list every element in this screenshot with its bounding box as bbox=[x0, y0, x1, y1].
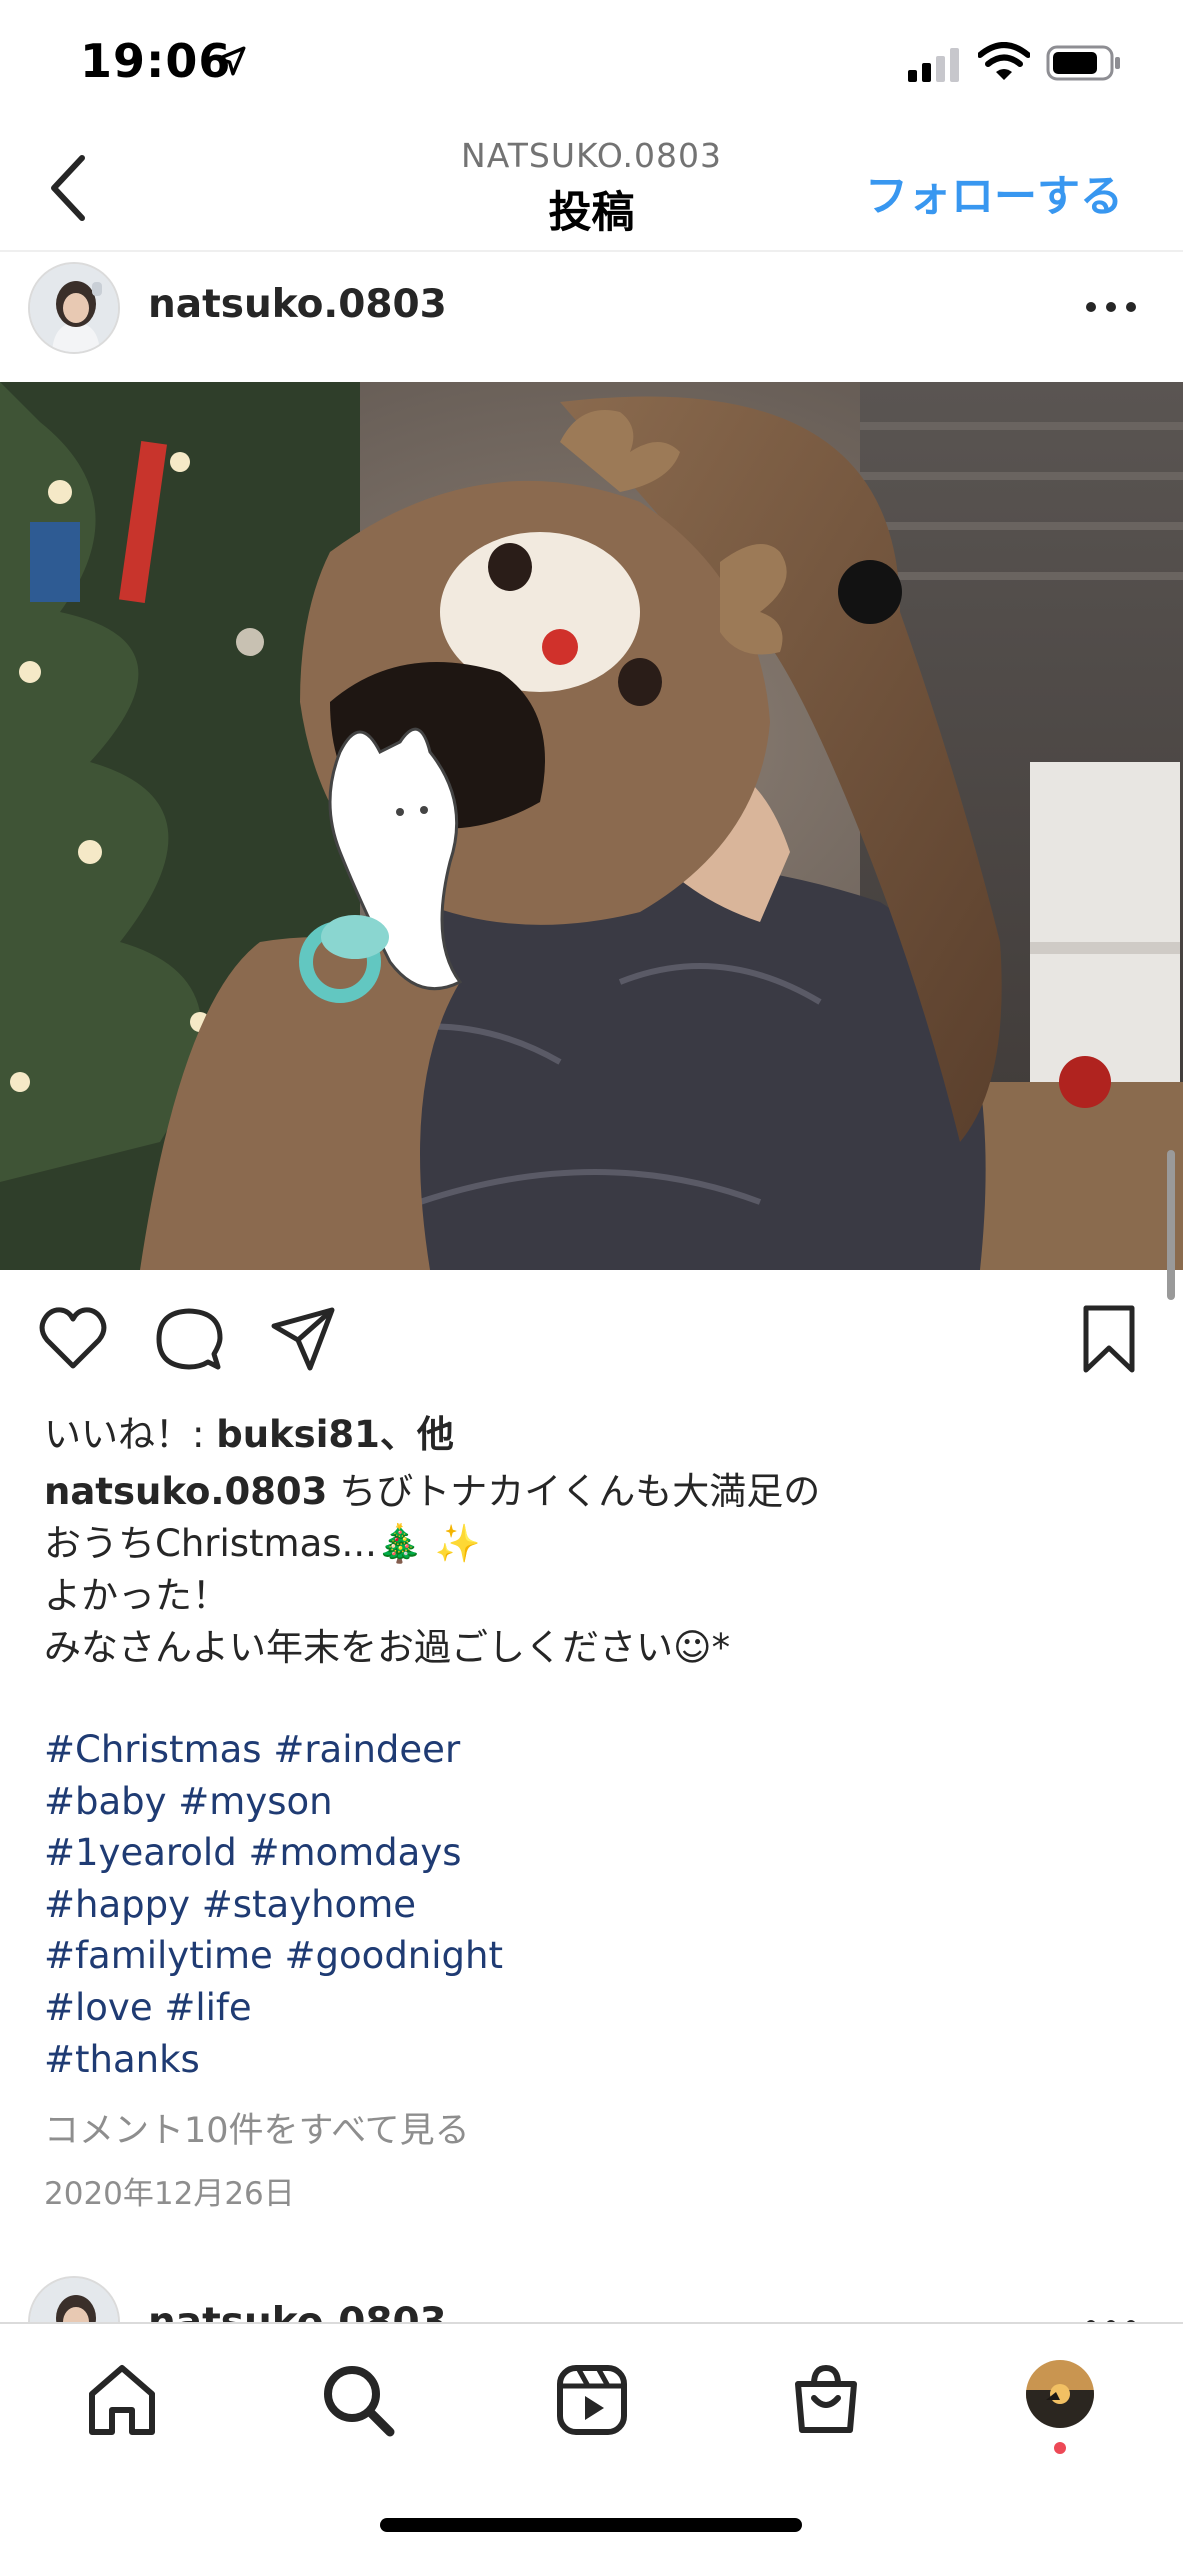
hashtags: #Christmas #raindeer #baby #myson #1year… bbox=[44, 1724, 503, 2085]
hashtag-line[interactable]: #familytime #goodnight bbox=[44, 1930, 503, 1982]
hashtag-line[interactable]: #happy #stayhome bbox=[44, 1879, 503, 1931]
likes-user[interactable]: buksi81 bbox=[216, 1413, 380, 1456]
scrollbar[interactable] bbox=[1167, 1150, 1175, 1300]
caption-line: みなさんよい年末をお過ごしください☺︎* bbox=[44, 1626, 731, 1669]
caption-username[interactable]: natsuko.0803 bbox=[44, 1470, 327, 1513]
next-post-username[interactable]: natsuko.0803 bbox=[148, 2300, 447, 2322]
comment-icon[interactable] bbox=[154, 1304, 224, 1374]
likes-prefix: いいね！: bbox=[44, 1413, 217, 1456]
view-all-comments-link[interactable]: コメント10件をすべて見る bbox=[44, 2102, 470, 2153]
hashtag-line[interactable]: #baby #myson bbox=[44, 1776, 503, 1828]
post-date: 2020年12月26日 bbox=[44, 2176, 295, 2212]
home-indicator[interactable] bbox=[380, 2518, 802, 2532]
search-icon[interactable] bbox=[318, 2360, 398, 2440]
bookmark-icon[interactable] bbox=[1074, 1304, 1144, 1374]
post-actions bbox=[0, 1290, 1183, 1390]
notification-dot bbox=[1054, 2442, 1066, 2454]
hashtag-line[interactable]: #thanks bbox=[44, 2034, 503, 2086]
nav-header: NATSUKO.0803 投稿 フォローする bbox=[0, 128, 1183, 252]
avatar[interactable] bbox=[28, 2276, 120, 2322]
hashtag-line[interactable]: #1yearold #momdays bbox=[44, 1827, 503, 1879]
more-options-icon[interactable] bbox=[1079, 2300, 1143, 2322]
reels-icon[interactable] bbox=[552, 2360, 632, 2440]
likes-suffix[interactable]: 、他 bbox=[380, 1413, 454, 1456]
status-bar: 19:06 bbox=[0, 0, 1183, 128]
battery-icon bbox=[1046, 45, 1120, 81]
share-icon[interactable] bbox=[268, 1304, 338, 1374]
follow-button[interactable]: フォローする bbox=[865, 162, 1123, 224]
hashtag-line[interactable]: #Christmas #raindeer bbox=[44, 1724, 503, 1776]
home-icon[interactable] bbox=[82, 2360, 162, 2440]
heart-icon[interactable] bbox=[38, 1304, 108, 1374]
caption-line: よかった！ bbox=[44, 1574, 229, 1617]
wifi-icon bbox=[978, 42, 1030, 80]
location-arrow-icon bbox=[216, 46, 246, 76]
next-post-header: natsuko.0803 bbox=[0, 2270, 1183, 2322]
post-username[interactable]: natsuko.0803 bbox=[148, 282, 447, 327]
caption-line: natsuko.0803 ちびトナカイくんも大満足の bbox=[44, 1466, 1144, 1518]
more-options-icon[interactable] bbox=[1079, 282, 1143, 332]
cellular-signal-icon bbox=[908, 48, 959, 82]
caption-line: おうちChristmas...🎄 ✨ bbox=[44, 1522, 481, 1565]
shop-icon[interactable] bbox=[786, 2360, 866, 2440]
caption-text: ちびトナカイくんも大満足の bbox=[339, 1470, 821, 1513]
avatar[interactable] bbox=[28, 262, 120, 354]
hashtag-line[interactable]: #love #life bbox=[44, 1982, 503, 2034]
status-time: 19:06 bbox=[80, 34, 232, 88]
post-caption: natsuko.0803 ちびトナカイくんも大満足の おうちChristmas.… bbox=[44, 1466, 1144, 1674]
likes-text: いいね！: buksi81、他 bbox=[44, 1404, 454, 1458]
profile-avatar[interactable] bbox=[1026, 2360, 1094, 2428]
post-image[interactable] bbox=[0, 382, 1183, 1270]
post-header: natsuko.0803 bbox=[0, 254, 1183, 382]
